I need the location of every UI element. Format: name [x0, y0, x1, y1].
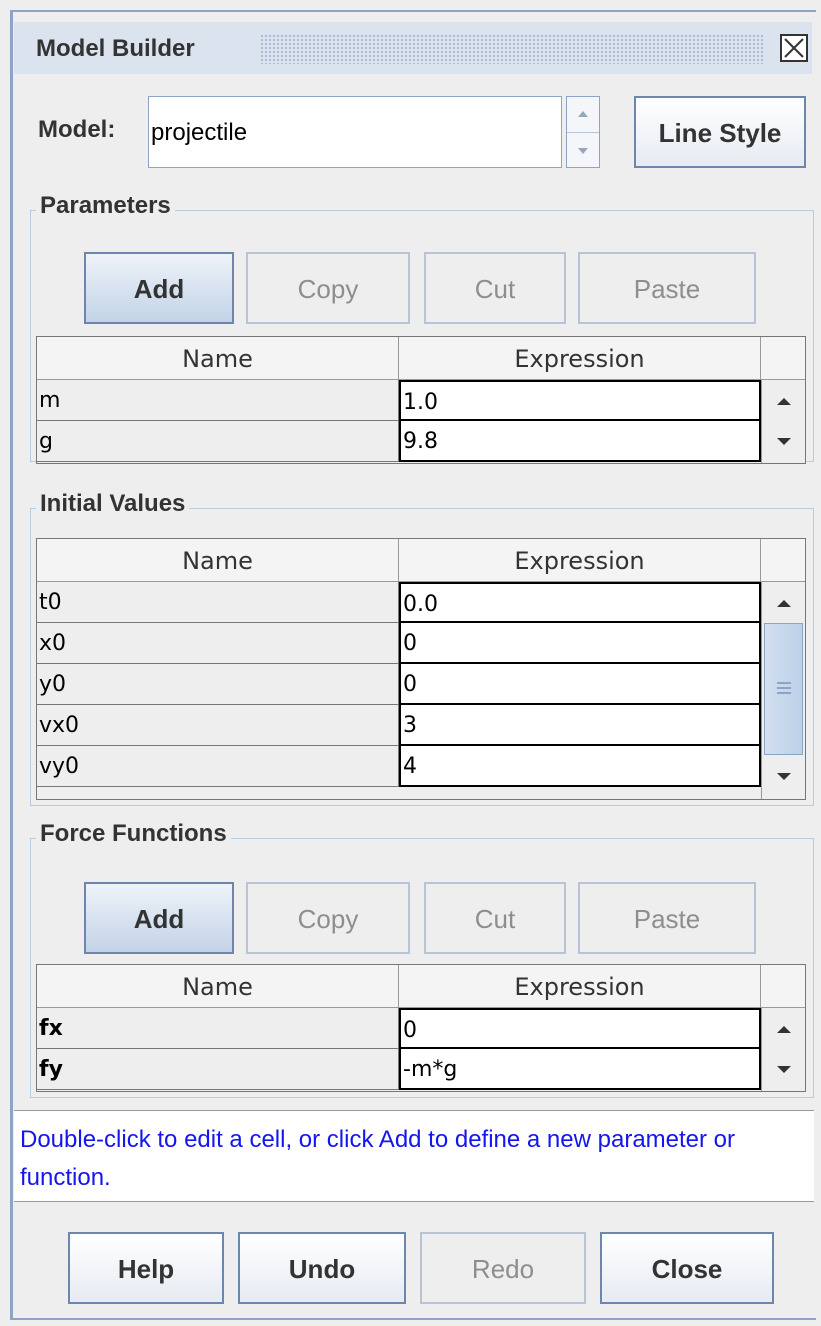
title-grip [260, 34, 764, 64]
scroll-up-icon[interactable] [762, 1008, 805, 1049]
column-header-corner [761, 539, 805, 582]
column-header-name[interactable]: Name [37, 337, 399, 380]
parameters-add-button[interactable]: Add [84, 252, 234, 324]
parameters-paste-button[interactable]: Paste [578, 252, 756, 324]
scroll-down-icon[interactable] [762, 756, 805, 797]
parameters-title: Parameters [36, 192, 175, 220]
parameters-table: Name Expression m 1.0 g 9.8 [36, 336, 806, 464]
initial-expression-cell[interactable]: 3 [399, 705, 761, 746]
force-functions-table: Name Expression fx 0 fy -m*g [36, 964, 806, 1092]
initial-expression-cell[interactable]: 0.0 [399, 582, 761, 623]
parameters-scrollbar[interactable] [761, 380, 805, 463]
scroll-thumb[interactable] [764, 623, 803, 755]
initial-values-table: Name Expression t0 0.0 x0 0 y0 0 vx0 3 v… [36, 538, 806, 800]
title-bar[interactable]: Model Builder [14, 22, 812, 74]
help-button[interactable]: Help [68, 1232, 224, 1304]
hint-message: Double-click to edit a cell, or click Ad… [14, 1110, 814, 1202]
function-expression-cell[interactable]: -m*g [399, 1049, 761, 1090]
scroll-down-icon[interactable] [762, 421, 805, 462]
param-name-cell[interactable]: m [37, 380, 399, 421]
line-style-button[interactable]: Line Style [634, 96, 806, 168]
model-spinner[interactable] [566, 96, 600, 168]
initial-name-cell[interactable]: y0 [37, 664, 399, 705]
function-name-cell[interactable]: fx [37, 1008, 399, 1049]
column-header-name[interactable]: Name [37, 965, 399, 1008]
spinner-up-icon[interactable] [567, 97, 599, 133]
functions-add-button[interactable]: Add [84, 882, 234, 954]
initial-expression-cell[interactable]: 0 [399, 623, 761, 664]
column-header-name[interactable]: Name [37, 539, 399, 582]
model-name-field[interactable]: projectile [148, 96, 562, 168]
initial-name-cell[interactable]: vy0 [37, 746, 399, 787]
initial-values-scrollbar[interactable] [761, 582, 805, 799]
initial-name-cell[interactable]: vx0 [37, 705, 399, 746]
function-expression-cell[interactable]: 0 [399, 1008, 761, 1049]
initial-name-cell[interactable]: t0 [37, 582, 399, 623]
scroll-up-icon[interactable] [762, 380, 805, 421]
parameters-copy-button[interactable]: Copy [246, 252, 410, 324]
force-functions-scrollbar[interactable] [761, 1008, 805, 1091]
window-title: Model Builder [36, 35, 195, 62]
model-row: Model: projectile Line Style [14, 84, 812, 182]
functions-cut-button[interactable]: Cut [424, 882, 566, 954]
close-button[interactable]: Close [600, 1232, 774, 1304]
column-header-expression[interactable]: Expression [399, 965, 761, 1008]
initial-values-title: Initial Values [36, 490, 190, 518]
function-name-cell[interactable]: fy [37, 1049, 399, 1090]
column-header-expression[interactable]: Expression [399, 337, 761, 380]
initial-expression-cell[interactable]: 0 [399, 664, 761, 705]
param-name-cell[interactable]: g [37, 421, 399, 462]
column-header-expression[interactable]: Expression [399, 539, 761, 582]
param-expression-cell[interactable]: 9.8 [399, 421, 761, 462]
parameters-cut-button[interactable]: Cut [424, 252, 566, 324]
redo-button[interactable]: Redo [420, 1232, 586, 1304]
column-header-corner [761, 337, 805, 380]
param-expression-cell[interactable]: 1.0 [399, 380, 761, 421]
undo-button[interactable]: Undo [238, 1232, 406, 1304]
close-box-icon[interactable] [780, 34, 808, 62]
spinner-down-icon[interactable] [567, 133, 599, 168]
initial-name-cell[interactable]: x0 [37, 623, 399, 664]
functions-copy-button[interactable]: Copy [246, 882, 410, 954]
scroll-down-icon[interactable] [762, 1049, 805, 1090]
scroll-up-icon[interactable] [762, 582, 805, 623]
initial-expression-cell[interactable]: 4 [399, 746, 761, 787]
functions-paste-button[interactable]: Paste [578, 882, 756, 954]
model-label: Model: [38, 116, 116, 143]
column-header-corner [761, 965, 805, 1008]
force-functions-title: Force Functions [36, 820, 231, 848]
